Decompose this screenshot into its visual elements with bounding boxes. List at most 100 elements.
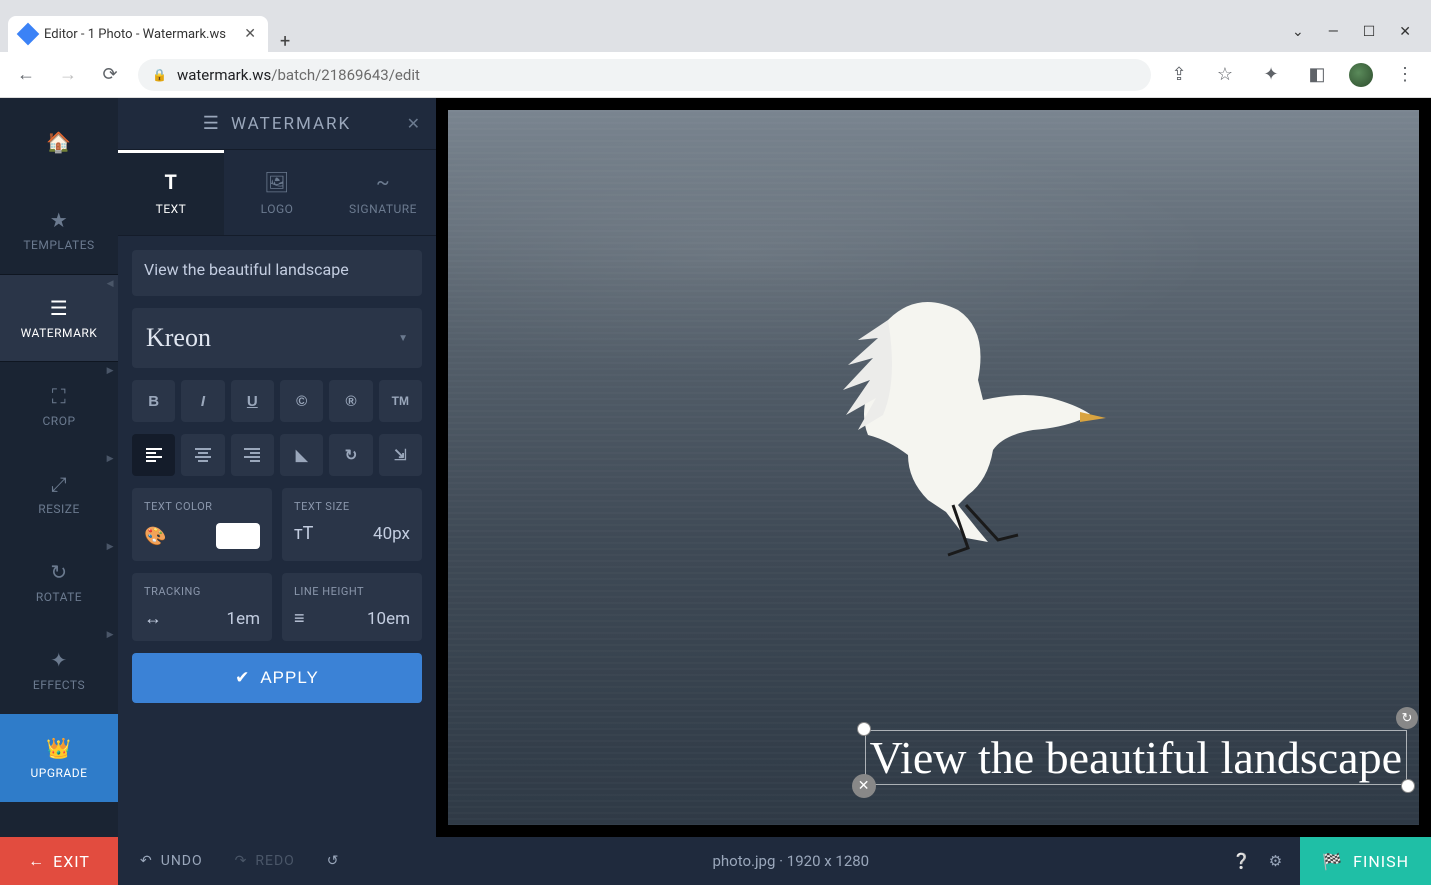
minimize-icon[interactable]: — bbox=[1328, 24, 1339, 40]
forward-icon[interactable]: → bbox=[54, 64, 82, 85]
settings-icon[interactable]: ⚙ bbox=[1269, 852, 1282, 870]
watermark-text-input[interactable] bbox=[132, 250, 422, 296]
nav-rotate[interactable]: ▶↻ROTATE bbox=[0, 538, 118, 626]
apply-button[interactable]: ✔APPLY bbox=[132, 653, 422, 703]
text-size-value: 40px bbox=[373, 524, 410, 544]
close-tab-icon[interactable]: ✕ bbox=[244, 26, 256, 42]
tracking-icon: ↔ bbox=[144, 608, 162, 629]
lineheight-icon: ≡ bbox=[294, 608, 305, 629]
line-height-box[interactable]: LINE HEIGHT ≡10em bbox=[282, 573, 422, 641]
undo-button[interactable]: ↶UNDO bbox=[124, 837, 219, 885]
nav-label: ROTATE bbox=[36, 590, 82, 604]
align-right-button[interactable] bbox=[231, 434, 274, 476]
copyright-button[interactable]: © bbox=[280, 380, 323, 422]
history-button[interactable]: ↺ bbox=[311, 837, 356, 885]
compress-button[interactable]: ⇲ bbox=[379, 434, 422, 476]
delete-watermark-icon[interactable]: ✕ bbox=[852, 774, 876, 798]
rotate-text-button[interactable]: ↻ bbox=[329, 434, 372, 476]
favicon-icon bbox=[17, 23, 40, 46]
undo-label: UNDO bbox=[161, 853, 203, 869]
canvas-area: View the beautiful landscape ✕ ↻ bbox=[436, 98, 1431, 837]
tab-title: Editor - 1 Photo - Watermark.ws bbox=[44, 27, 226, 42]
text-size-box[interactable]: TEXT SIZE тT40px bbox=[282, 488, 422, 561]
line-height-value: 10em bbox=[367, 609, 410, 629]
nav-templates[interactable]: ★ TEMPLATES bbox=[0, 186, 118, 274]
angle-button[interactable]: ◣ bbox=[280, 434, 323, 476]
app-root: 🏠 ★ TEMPLATES ◀☰WATERMARK ▶⛶CROP ▶⤢RESIZE… bbox=[0, 98, 1431, 837]
close-window-icon[interactable]: ✕ bbox=[1399, 24, 1411, 40]
palette-icon: 🎨 bbox=[144, 526, 166, 547]
watermark-overlay-text: View the beautiful landscape bbox=[870, 732, 1402, 783]
bookmark-icon[interactable]: ☆ bbox=[1211, 64, 1239, 85]
extensions-icon[interactable]: ✦ bbox=[1257, 64, 1285, 85]
maximize-icon[interactable]: ☐ bbox=[1363, 24, 1376, 40]
nav-label: TEMPLATES bbox=[23, 238, 94, 252]
redo-icon: ↷ bbox=[235, 853, 248, 869]
watermark-overlay[interactable]: View the beautiful landscape ✕ ↻ bbox=[865, 730, 1407, 785]
rotate-icon: ↻ bbox=[50, 560, 67, 584]
chevron-down-icon: ▼ bbox=[398, 333, 408, 344]
profile-avatar[interactable] bbox=[1349, 63, 1373, 87]
nav-upgrade[interactable]: 👑UPGRADE bbox=[0, 714, 118, 802]
back-icon[interactable]: ← bbox=[12, 64, 40, 85]
align-left-button[interactable] bbox=[132, 434, 175, 476]
bold-button[interactable]: B bbox=[132, 380, 175, 422]
color-swatch[interactable] bbox=[216, 523, 260, 549]
tab-text[interactable]: TTEXT bbox=[118, 150, 224, 235]
sidepanel-icon[interactable]: ◧ bbox=[1303, 64, 1331, 85]
nav-label: CROP bbox=[42, 414, 75, 428]
align-center-button[interactable] bbox=[181, 434, 224, 476]
nav-effects[interactable]: ▶✦EFFECTS bbox=[0, 626, 118, 714]
new-tab-button[interactable]: + bbox=[268, 31, 302, 52]
canvas[interactable]: View the beautiful landscape ✕ ↻ bbox=[448, 110, 1419, 825]
home-icon: 🏠 bbox=[46, 130, 71, 154]
italic-button[interactable]: I bbox=[181, 380, 224, 422]
nav-watermark[interactable]: ◀☰WATERMARK bbox=[0, 274, 118, 362]
tab-label: TEXT bbox=[156, 202, 187, 216]
url-field[interactable]: 🔒 watermark.ws/batch/21869643/edit bbox=[138, 59, 1151, 91]
font-select[interactable]: Kreon ▼ bbox=[132, 308, 422, 368]
help-icon[interactable]: ❔ bbox=[1232, 852, 1251, 870]
tab-signature[interactable]: ~SIGNATURE bbox=[330, 150, 436, 235]
text-color-box[interactable]: TEXT COLOR 🎨 bbox=[132, 488, 272, 561]
photo-subject bbox=[828, 280, 1108, 560]
trademark-button[interactable]: TM bbox=[379, 380, 422, 422]
exit-label: EXIT bbox=[53, 852, 90, 871]
tab-label: SIGNATURE bbox=[349, 202, 417, 216]
redo-label: REDO bbox=[255, 853, 294, 869]
expand-icon: ▶ bbox=[107, 454, 114, 464]
finish-label: FINISH bbox=[1353, 852, 1409, 871]
exit-button[interactable]: ←EXIT bbox=[0, 837, 118, 885]
resize-handle-nw[interactable] bbox=[857, 722, 871, 736]
bottom-bar: ←EXIT ↶UNDO ↷REDO ↺ photo.jpg · 1920 x 1… bbox=[0, 837, 1431, 885]
nav-crop[interactable]: ▶⛶CROP bbox=[0, 362, 118, 450]
flag-icon: 🏁 bbox=[1322, 852, 1343, 871]
star-icon: ★ bbox=[50, 208, 68, 232]
tab-logo[interactable]: 🖼 LOGO bbox=[224, 150, 330, 235]
finish-button[interactable]: 🏁 FINISH bbox=[1300, 837, 1431, 885]
resize-handle-se[interactable] bbox=[1401, 779, 1415, 793]
tracking-label: TRACKING bbox=[144, 585, 260, 598]
image-icon: 🖼 bbox=[264, 170, 290, 194]
browser-tab[interactable]: Editor - 1 Photo - Watermark.ws ✕ bbox=[8, 16, 268, 52]
window-controls: ⌄ — ☐ ✕ bbox=[1292, 24, 1423, 52]
tab-label: LOGO bbox=[261, 202, 294, 216]
nav-label: RESIZE bbox=[38, 502, 80, 516]
layers-icon: ☰ bbox=[50, 296, 68, 320]
menu-icon[interactable]: ⋮ bbox=[1391, 64, 1419, 85]
watermark-panel: ☰ WATERMARK ✕ TTEXT 🖼 LOGO ~SIGNATURE Kre… bbox=[118, 98, 436, 837]
underline-button[interactable]: U bbox=[231, 380, 274, 422]
close-panel-icon[interactable]: ✕ bbox=[407, 114, 422, 133]
registered-button[interactable]: ® bbox=[329, 380, 372, 422]
apply-label: APPLY bbox=[260, 668, 319, 688]
nav-home[interactable]: 🏠 bbox=[0, 98, 118, 186]
chevron-down-icon[interactable]: ⌄ bbox=[1292, 24, 1304, 40]
tracking-box[interactable]: TRACKING ↔1em bbox=[132, 573, 272, 641]
browser-actions: ⇪ ☆ ✦ ◧ ⋮ bbox=[1165, 63, 1419, 87]
rotate-watermark-icon[interactable]: ↻ bbox=[1396, 707, 1418, 729]
share-icon[interactable]: ⇪ bbox=[1165, 64, 1193, 85]
panel-title: ☰ WATERMARK ✕ bbox=[118, 98, 436, 150]
reload-icon[interactable]: ⟳ bbox=[96, 64, 124, 85]
nav-resize[interactable]: ▶⤢RESIZE bbox=[0, 450, 118, 538]
redo-button[interactable]: ↷ REDO bbox=[219, 837, 311, 885]
